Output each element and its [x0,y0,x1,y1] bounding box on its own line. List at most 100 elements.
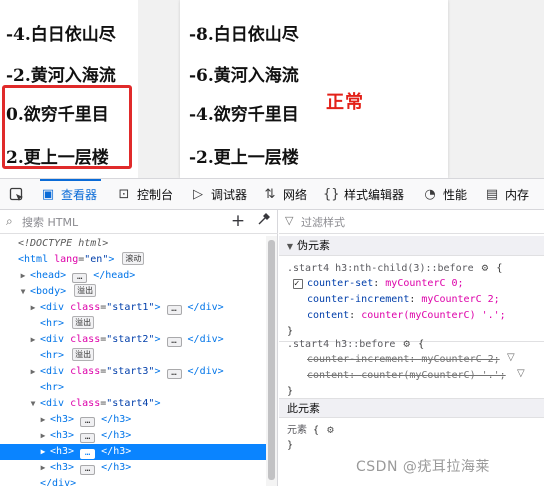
tree-row[interactable]: <html lang="en"> 滚动 [0,252,266,268]
collapsed-content-button[interactable]: … [80,433,96,443]
tag-name: <div [40,334,65,345]
tag-name: <head> [30,270,67,281]
expand-arrow-icon[interactable]: ▶ [18,268,28,284]
tree-row[interactable]: <hr> 溢出 [0,348,266,364]
expand-arrow-icon[interactable]: ▶ [38,412,48,428]
rule-selector[interactable]: 元素 [287,425,307,436]
tree-row[interactable]: ▶ <div class="start2"> … </div> [0,332,266,348]
tree-row[interactable]: ▼ <body> 溢出 [0,284,266,300]
collapsed-content-button[interactable]: … [166,369,182,379]
attr-value: "start1" [106,302,155,313]
tab-console[interactable]: ⊡ 控制台 [116,179,173,210]
collapsed-content-button[interactable]: … [72,273,88,283]
element-rule: 元素 { ⚙ } [279,422,544,454]
overflow-badge[interactable]: 溢出 [74,284,97,297]
property-name[interactable]: counter-set [307,278,373,289]
collapsed-content-button[interactable]: … [80,417,96,427]
scroll-badge[interactable]: 滚动 [122,252,145,265]
rule-settings-icon[interactable]: ⚙ [327,422,334,438]
tag-name: > [154,398,161,409]
tab-label: 控制台 [137,188,174,202]
tree-row-selected[interactable]: ▶ <h3> … </h3> [0,444,266,460]
attr-name: lang [54,254,79,265]
property-value[interactable]: myCounterC 2; [421,294,499,305]
collapsed-content-button[interactable]: … [80,465,96,475]
tab-inspector[interactable]: ▣ 查看器 [40,179,102,210]
attr-value: "start2" [106,334,155,345]
tree-row[interactable]: ▶ <h3> … </h3> [0,412,266,428]
markup-search-input[interactable] [22,213,212,231]
expand-arrow-icon[interactable]: ▶ [28,300,38,316]
tab-debugger[interactable]: ▷ 调试器 [190,179,247,210]
expand-arrow-icon[interactable]: ▶ [38,444,48,460]
tree-row[interactable]: <hr> [0,380,266,396]
eyedropper-button[interactable] [254,211,274,233]
property-name[interactable]: counter-increment [307,294,409,305]
tree-row[interactable]: ▶ <head> … </head> [0,268,266,284]
pseudo-elements-header[interactable]: ▼ 伪元素 [279,236,544,256]
attr-value: "start4" [106,398,155,409]
tag-name: </h3> [101,462,132,473]
tree-row[interactable]: ▶ <h3> … </h3> [0,428,266,444]
markup-scrollbar-thumb[interactable] [268,240,275,480]
expand-arrow-icon[interactable]: ▶ [38,460,48,476]
tab-style-editor[interactable]: {} 样式编辑器 [323,179,404,210]
property-value[interactable]: myCounterC 2; [421,354,499,365]
property-name[interactable]: content [307,310,349,321]
expand-arrow-icon[interactable]: ▶ [38,428,48,444]
poem-line: -4.欲穷千里目 [189,105,299,125]
property-name[interactable]: content [307,370,349,381]
devtools-toolbar: ▣ 查看器 ⊡ 控制台 ▷ 调试器 ⇅ 网络 {} 样式编辑器 ◔ 性能 ▤ 内… [0,178,544,210]
highlight-box [2,85,132,169]
declaration-checkbox[interactable] [293,276,303,292]
performance-icon: ◔ [424,186,436,202]
poem-line: -6.黄河入海流 [189,66,299,86]
page-preview: -4.白日依山尽 -2.黄河入海流 0.欲穷千里目 2.更上一层楼 -8.白日依… [0,0,544,178]
add-node-button[interactable]: + [228,211,248,233]
doctype-node: <!DOCTYPE html> [18,238,109,249]
collapse-arrow-icon[interactable]: ▼ [28,396,38,412]
tree-row[interactable]: </div> [0,476,266,486]
annotation-label: 正常 [326,92,364,113]
tree-row[interactable]: <hr> 溢出 [0,316,266,332]
tree-row[interactable]: ▶ <h3> … </h3> [0,460,266,476]
rule-selector[interactable]: .start4 h3::before [287,339,395,350]
collapse-arrow-icon[interactable]: ▼ [18,284,28,300]
css-rule: .start4 h3::before ⚙ { counter-increment… [279,336,544,400]
tab-network[interactable]: ⇅ 网络 [262,179,307,210]
tree-row[interactable]: ▼ <div class="start4"> [0,396,266,412]
element-picker-icon [9,187,23,201]
property-name[interactable]: counter-increment [307,354,409,365]
tab-memory[interactable]: ▤ 内存 [484,179,529,210]
tag-name: <h3> [50,446,75,457]
rules-pane: ▽ ▼伪元素 .start4 h3:nth-child(3)::before ⚙… [279,210,544,486]
expand-arrow-icon[interactable]: ▶ [28,364,38,380]
rule-selector[interactable]: .start4 h3:nth-child(3)::before [287,263,474,274]
tree-row[interactable]: <!DOCTYPE html> [0,236,266,252]
brace: { [418,339,425,350]
overflow-badge[interactable]: 溢出 [72,316,95,329]
element-picker-button[interactable] [4,179,30,210]
collapsed-content-button[interactable]: … [80,449,96,459]
rule-settings-icon[interactable]: ⚙ [482,260,489,276]
preview-column-right: -8.白日依山尽 -6.黄河入海流 -4.欲穷千里目 -2.更上一层楼 [180,0,448,178]
rules-filter-input[interactable] [301,213,501,231]
poem-line: -2.更上一层楼 [189,148,299,168]
overflow-badge[interactable]: 溢出 [72,348,95,361]
tab-performance[interactable]: ◔ 性能 [422,179,467,210]
attr-name: class [70,398,101,409]
property-value[interactable]: counter(myCounterC) '.'; [361,310,506,321]
brace: { [496,263,503,274]
filter-rules-icon[interactable]: ▽ [507,352,515,363]
expand-arrow-icon[interactable]: ▶ [28,332,38,348]
rule-settings-icon[interactable]: ⚙ [403,336,410,352]
property-value[interactable]: counter(myCounterC) '.'; [361,370,506,381]
property-value[interactable]: myCounterC 0; [385,278,463,289]
tree-row[interactable]: ▶ <div class="start3"> … </div> [0,364,266,380]
tree-row[interactable]: ▶ <div class="start1"> … </div> [0,300,266,316]
collapsed-content-button[interactable]: … [166,337,182,347]
tab-label: 性能 [443,188,468,202]
filter-rules-icon[interactable]: ▽ [517,368,525,379]
tab-label: 调试器 [211,188,248,202]
collapsed-content-button[interactable]: … [166,305,182,315]
